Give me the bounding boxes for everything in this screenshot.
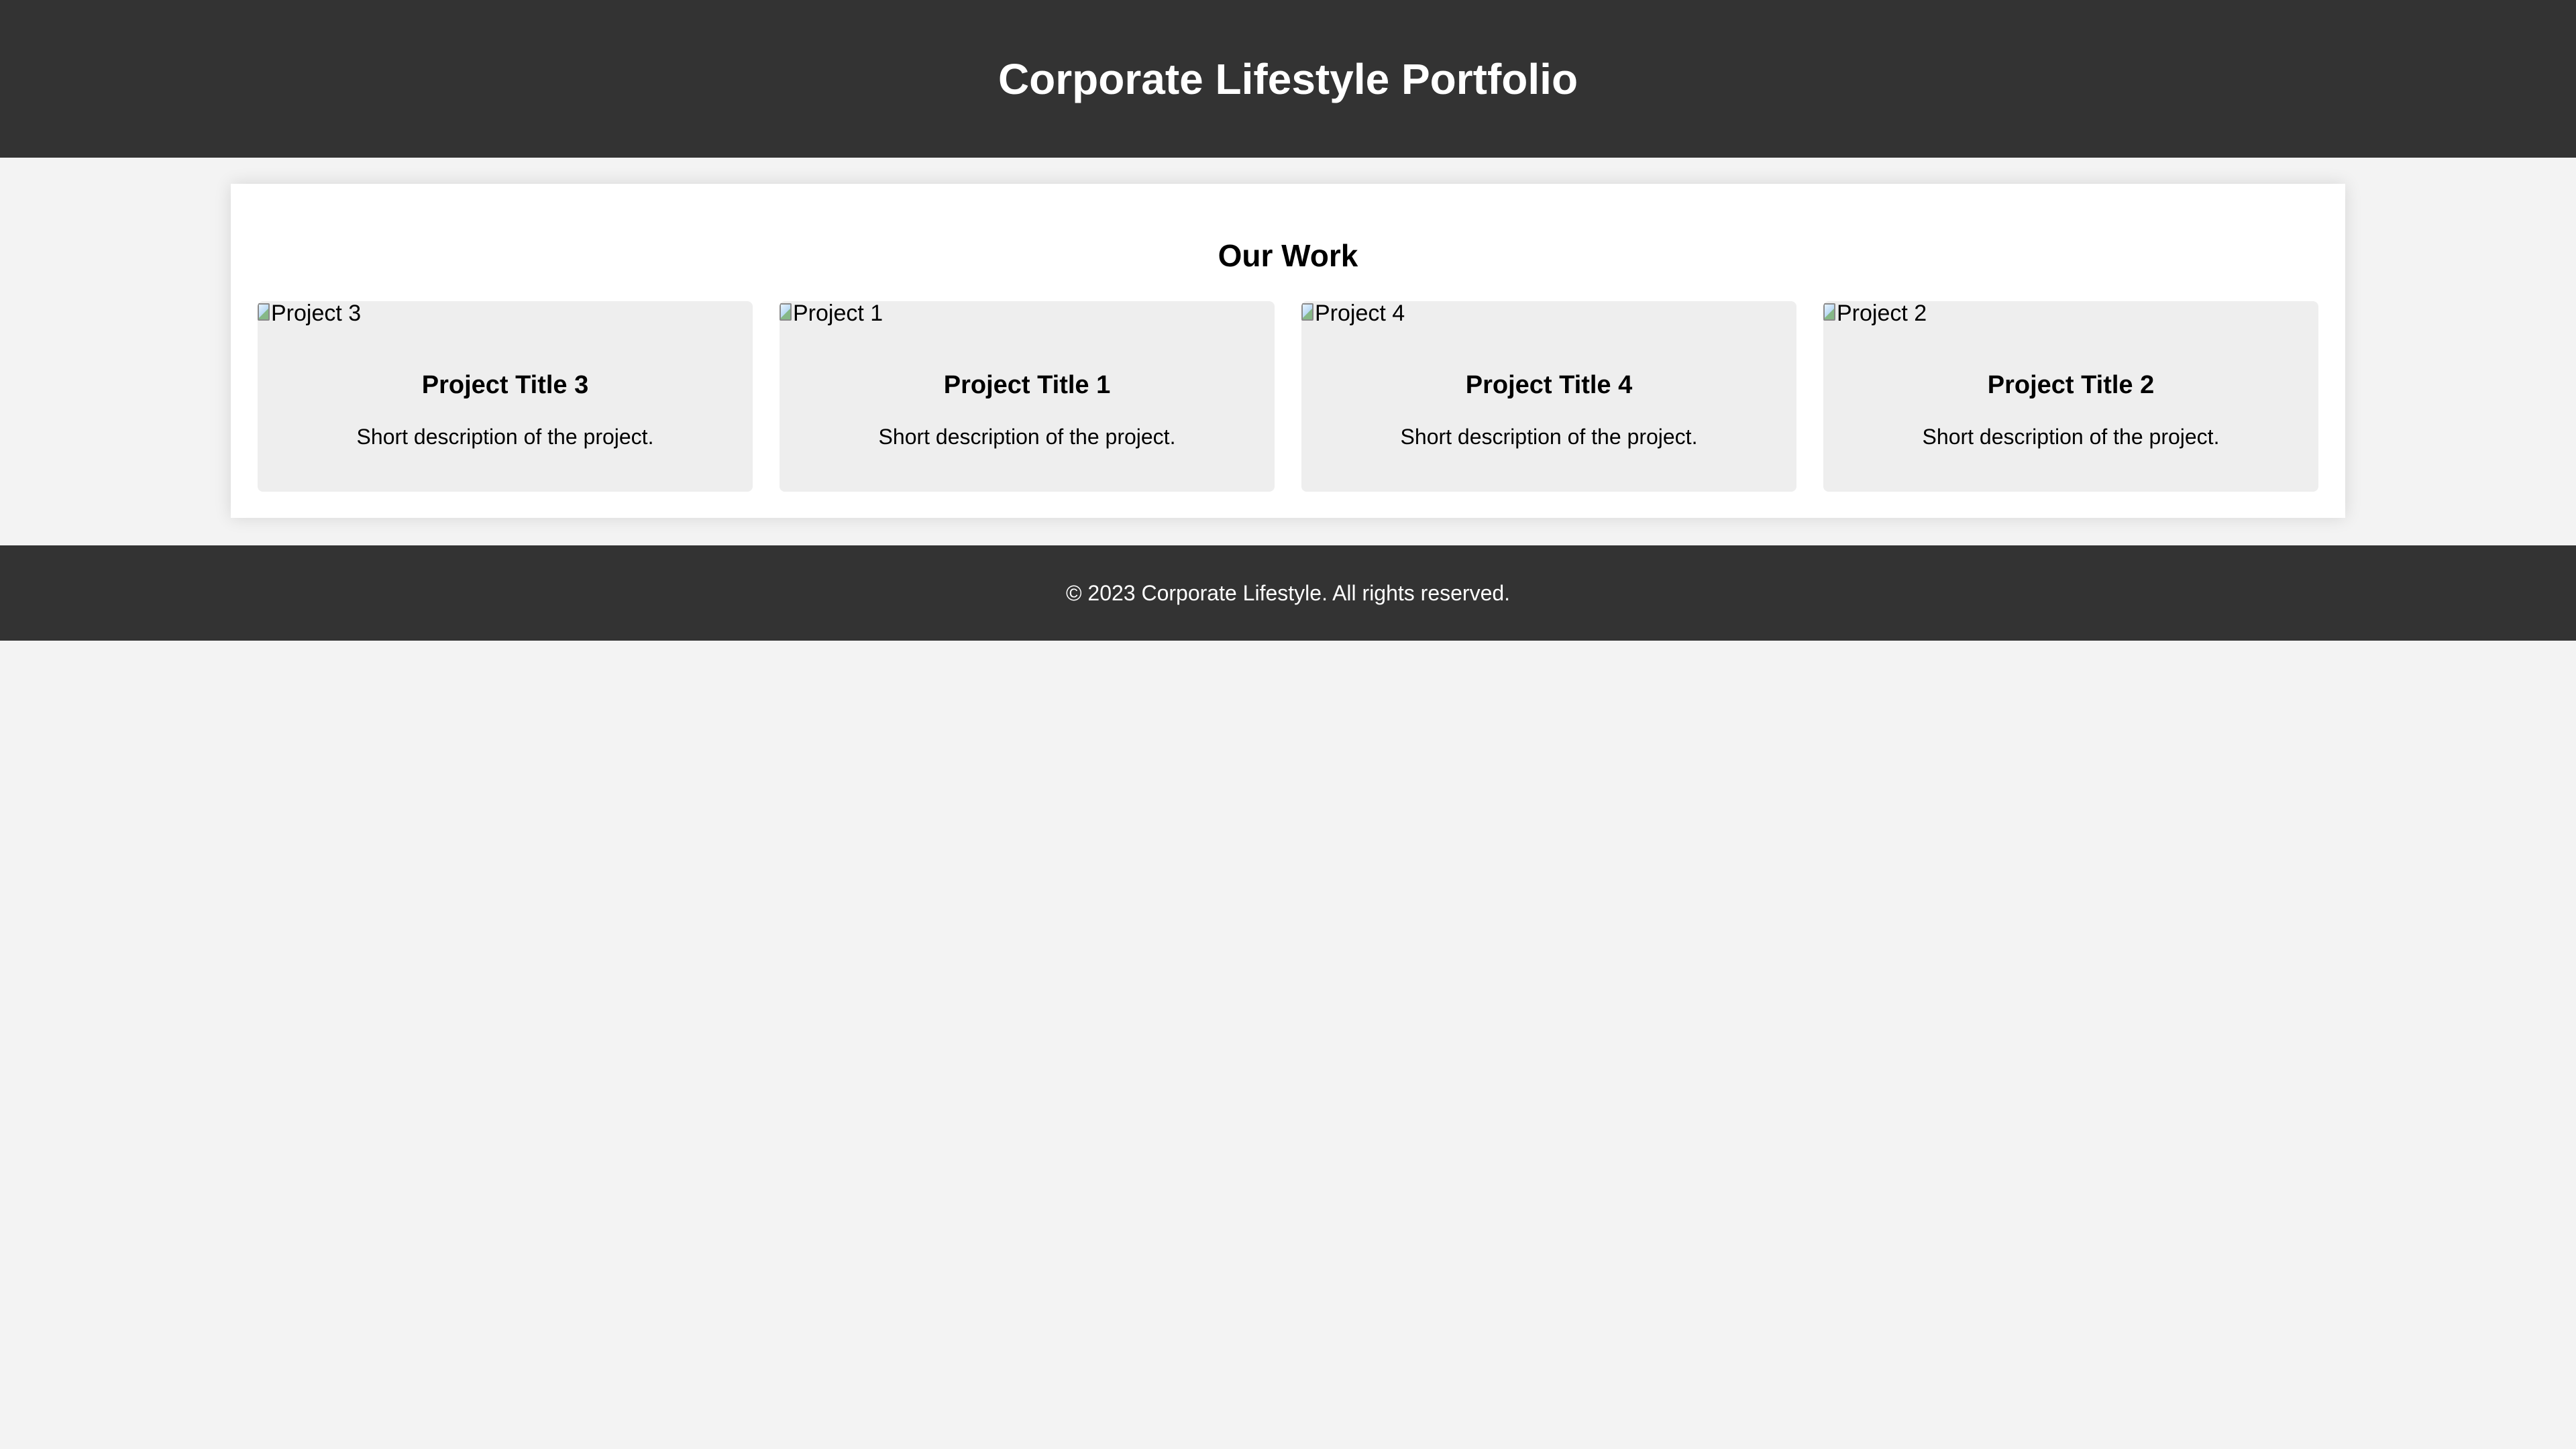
broken-image-icon [1301,303,1313,321]
project-image: Project 1 [780,301,883,329]
project-image: Project 2 [1823,301,1927,329]
project-description: Short description of the project. [878,425,1176,449]
project-title: Project Title 4 [1465,371,1633,399]
project-card: Project 3 Project Title 3 Short descript… [258,301,753,492]
site-title: Corporate Lifestyle Portfolio [998,54,1578,103]
broken-image-icon [258,303,270,321]
portfolio-panel: Our Work Project 3 Project Title 3 Short… [231,184,2345,518]
broken-image-icon [780,303,792,321]
project-image: Project 4 [1301,301,1405,329]
project-grid: Project 3 Project Title 3 Short descript… [258,301,2318,492]
site-header: Corporate Lifestyle Portfolio [0,0,2576,158]
project-image-alt: Project 2 [1837,301,1927,326]
project-card: Project 4 Project Title 4 Short descript… [1301,301,1796,492]
project-title: Project Title 3 [421,371,589,399]
broken-image-icon [1823,303,1835,321]
project-image: Project 3 [258,301,361,329]
project-image-alt: Project 4 [1315,301,1405,326]
copyright-text: © 2023 Corporate Lifestyle. All rights r… [1065,581,1511,605]
project-image-alt: Project 3 [271,301,362,326]
project-title: Project Title 1 [943,371,1111,399]
project-description: Short description of the project. [1922,425,2220,449]
project-card: Project 2 Project Title 2 Short descript… [1823,301,2318,492]
project-title: Project Title 2 [1987,371,2155,399]
section-title: Our Work [1218,238,1358,273]
project-image-alt: Project 1 [793,301,883,326]
project-description: Short description of the project. [1400,425,1698,449]
project-description: Short description of the project. [356,425,654,449]
project-card: Project 1 Project Title 1 Short descript… [780,301,1275,492]
site-footer: © 2023 Corporate Lifestyle. All rights r… [0,545,2576,641]
